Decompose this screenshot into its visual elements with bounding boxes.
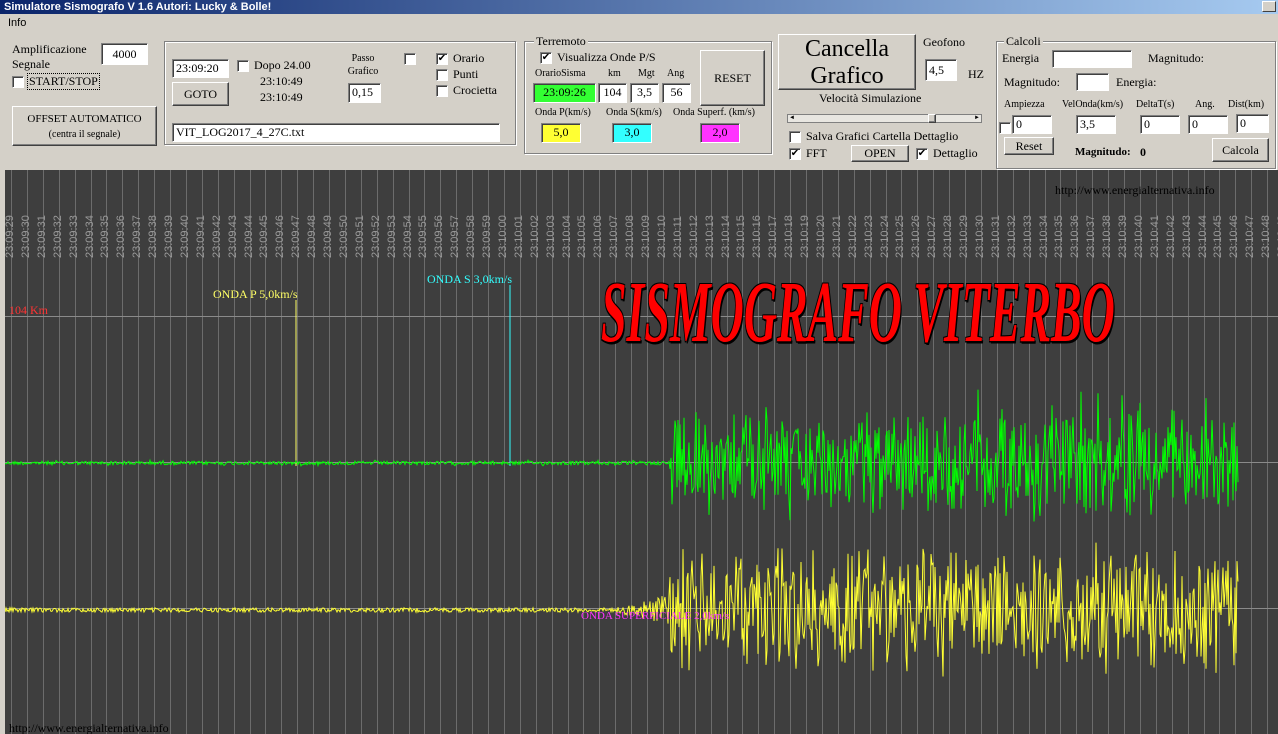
menu-bar: Info [0,14,1278,32]
col-ang2: Ang. [1195,99,1215,110]
col-deltat: DeltaT(s) [1136,99,1175,110]
file-name-input[interactable]: VIT_LOG2017_4_27C.txt [172,123,500,142]
crocietta-label: Crocietta [453,83,497,97]
ampiezza-checkbox[interactable] [999,122,1011,134]
ang-field[interactable]: 56 [662,83,691,103]
velocita-slider[interactable]: ◄ ► [787,114,982,123]
ang-input[interactable]: 0 [1188,115,1228,134]
passo-input[interactable]: 0,15 [348,83,381,103]
salva-label: Salva Grafici Cartella Dettaglio [806,129,959,143]
distance-label: 104 Km [9,303,48,317]
geofono-input[interactable]: 4,5 [925,59,957,81]
col-orario-sisma: OrarioSisma [535,68,586,79]
calcoli-title: Calcoli [1004,34,1043,49]
close-icon[interactable] [1262,1,1276,12]
slider-left-arrow-icon[interactable]: ◄ [788,115,796,122]
time-readout-1: 23:10:49 [260,74,303,88]
deltat-input[interactable]: 0 [1140,115,1180,134]
amplificazione-input[interactable]: 4000 [101,43,148,65]
extra-checkbox[interactable] [404,53,416,65]
dopo-label: Dopo 24.00 [254,58,311,72]
velocita-slider-thumb[interactable] [928,114,936,123]
terremoto-title: Terremoto [534,34,588,49]
energia2-label: Energia: [1116,75,1157,89]
energia-input[interactable] [1052,50,1132,68]
amplificazione-label: Amplificazione Segnale [12,42,87,71]
ampiezza-input[interactable]: 0 [1012,115,1052,134]
hz-label: HZ [968,67,984,81]
dist-input[interactable]: 0 [1236,114,1269,133]
passo-label: Passo Grafico [347,53,379,77]
orario-sisma-field[interactable]: 23:09:26 [533,83,596,103]
onda-sup-field[interactable]: 2,0 [700,123,740,143]
cancella-grafico-button[interactable]: Cancella Grafico [778,34,916,90]
velonda-input[interactable]: 3,5 [1076,115,1116,134]
col-ang: Ang [667,68,685,79]
dettaglio-label: Dettaglio [933,146,978,160]
cancella-line1: Cancella [805,36,889,62]
menu-info[interactable]: Info [8,17,26,29]
terremoto-reset-button[interactable]: RESET [700,50,765,106]
salva-checkbox[interactable] [789,131,801,143]
onda-p-field[interactable]: 5,0 [541,123,581,143]
visualizza-label: Visualizza Onde P/S [557,50,656,64]
magnitudo-result-label: Magnitudo: [1075,146,1131,158]
offset-line1: OFFSET AUTOMATICO [27,113,142,125]
offset-automatico-button[interactable]: OFFSET AUTOMATICO (centra il segnale) [12,106,157,146]
goto-button[interactable]: GOTO [172,82,229,106]
col-mgt: Mgt [638,68,655,79]
dettaglio-checkbox[interactable]: ✔ [916,148,928,160]
onda-sup-label: Onda Superf. (km/s) [673,107,755,118]
url-bottom[interactable]: http://www.energialternativa.info [9,721,169,734]
magnitudo-label: Magnitudo: [1148,51,1204,65]
col-ampiezza: Ampiezza [1004,99,1045,110]
calcoli-reset-button[interactable]: Reset [1004,137,1054,155]
onda-p-label: Onda P(km/s) [535,107,591,118]
mgt-field[interactable]: 3,5 [630,83,659,103]
km-field[interactable]: 104 [598,83,627,103]
crocietta-checkbox[interactable] [436,85,448,97]
fft-checkbox[interactable]: ✔ [789,148,801,160]
dopo-checkbox[interactable] [237,60,249,72]
goto-time-input[interactable]: 23:09:20 [172,59,229,78]
orario-checkbox[interactable]: ✔ [436,53,448,65]
window-title: Simulatore Sismografo V 1.6 Autori: Luck… [4,1,272,13]
velocita-label: Velocità Simulazione [819,91,922,105]
onda-s-label: Onda S(km/s) [606,107,662,118]
punti-label: Punti [453,67,479,81]
window-title-bar: Simulatore Sismografo V 1.6 Autori: Luck… [0,0,1278,14]
calcola-button[interactable]: Calcola [1212,138,1269,162]
fft-label: FFT [806,146,827,160]
magnitudo2-label: Magnitudo: [1004,75,1060,89]
col-dist: Dist(km) [1228,99,1265,110]
start-stop-checkbox[interactable] [12,76,24,88]
onda-p-marker-label: ONDA P 5,0km/s [213,287,298,301]
onda-s-marker-label: ONDA S 3,0km/s [427,272,513,286]
geofono-label: Geofono [923,35,965,49]
col-velonda: VelOnda(km/s) [1062,99,1124,110]
orario-label: Orario [453,51,485,65]
seismic-trace-main [5,389,1239,522]
url-top[interactable]: http://www.energialternativa.info [1055,183,1215,198]
onda-s-field[interactable]: 3,0 [612,123,652,143]
magnitudo2-input[interactable] [1076,73,1109,91]
seismograph-plot: 23:09:29 23:09:30 23:09:31 23:09:32 23:09:33… [5,170,1278,734]
open-button[interactable]: OPEN [851,145,909,162]
onda-sup-marker-label: ONDA SUPERFICIALE 2,0km/s [581,610,730,622]
col-km: km [608,68,621,79]
offset-line2: (centra il segnale) [48,129,121,140]
slider-right-arrow-icon[interactable]: ► [973,115,981,122]
time-readout-2: 23:10:49 [260,90,303,104]
energia-label: Energia [1002,51,1040,65]
visualizza-checkbox[interactable]: ✔ [540,52,552,64]
start-stop-label: START/STOP [27,73,100,90]
magnitudo-result-value: 0 [1140,145,1146,159]
cancella-line2: Grafico [810,63,884,89]
plot-title: SISMOGRAFO VITERBO [601,264,1115,362]
punti-checkbox[interactable] [436,69,448,81]
